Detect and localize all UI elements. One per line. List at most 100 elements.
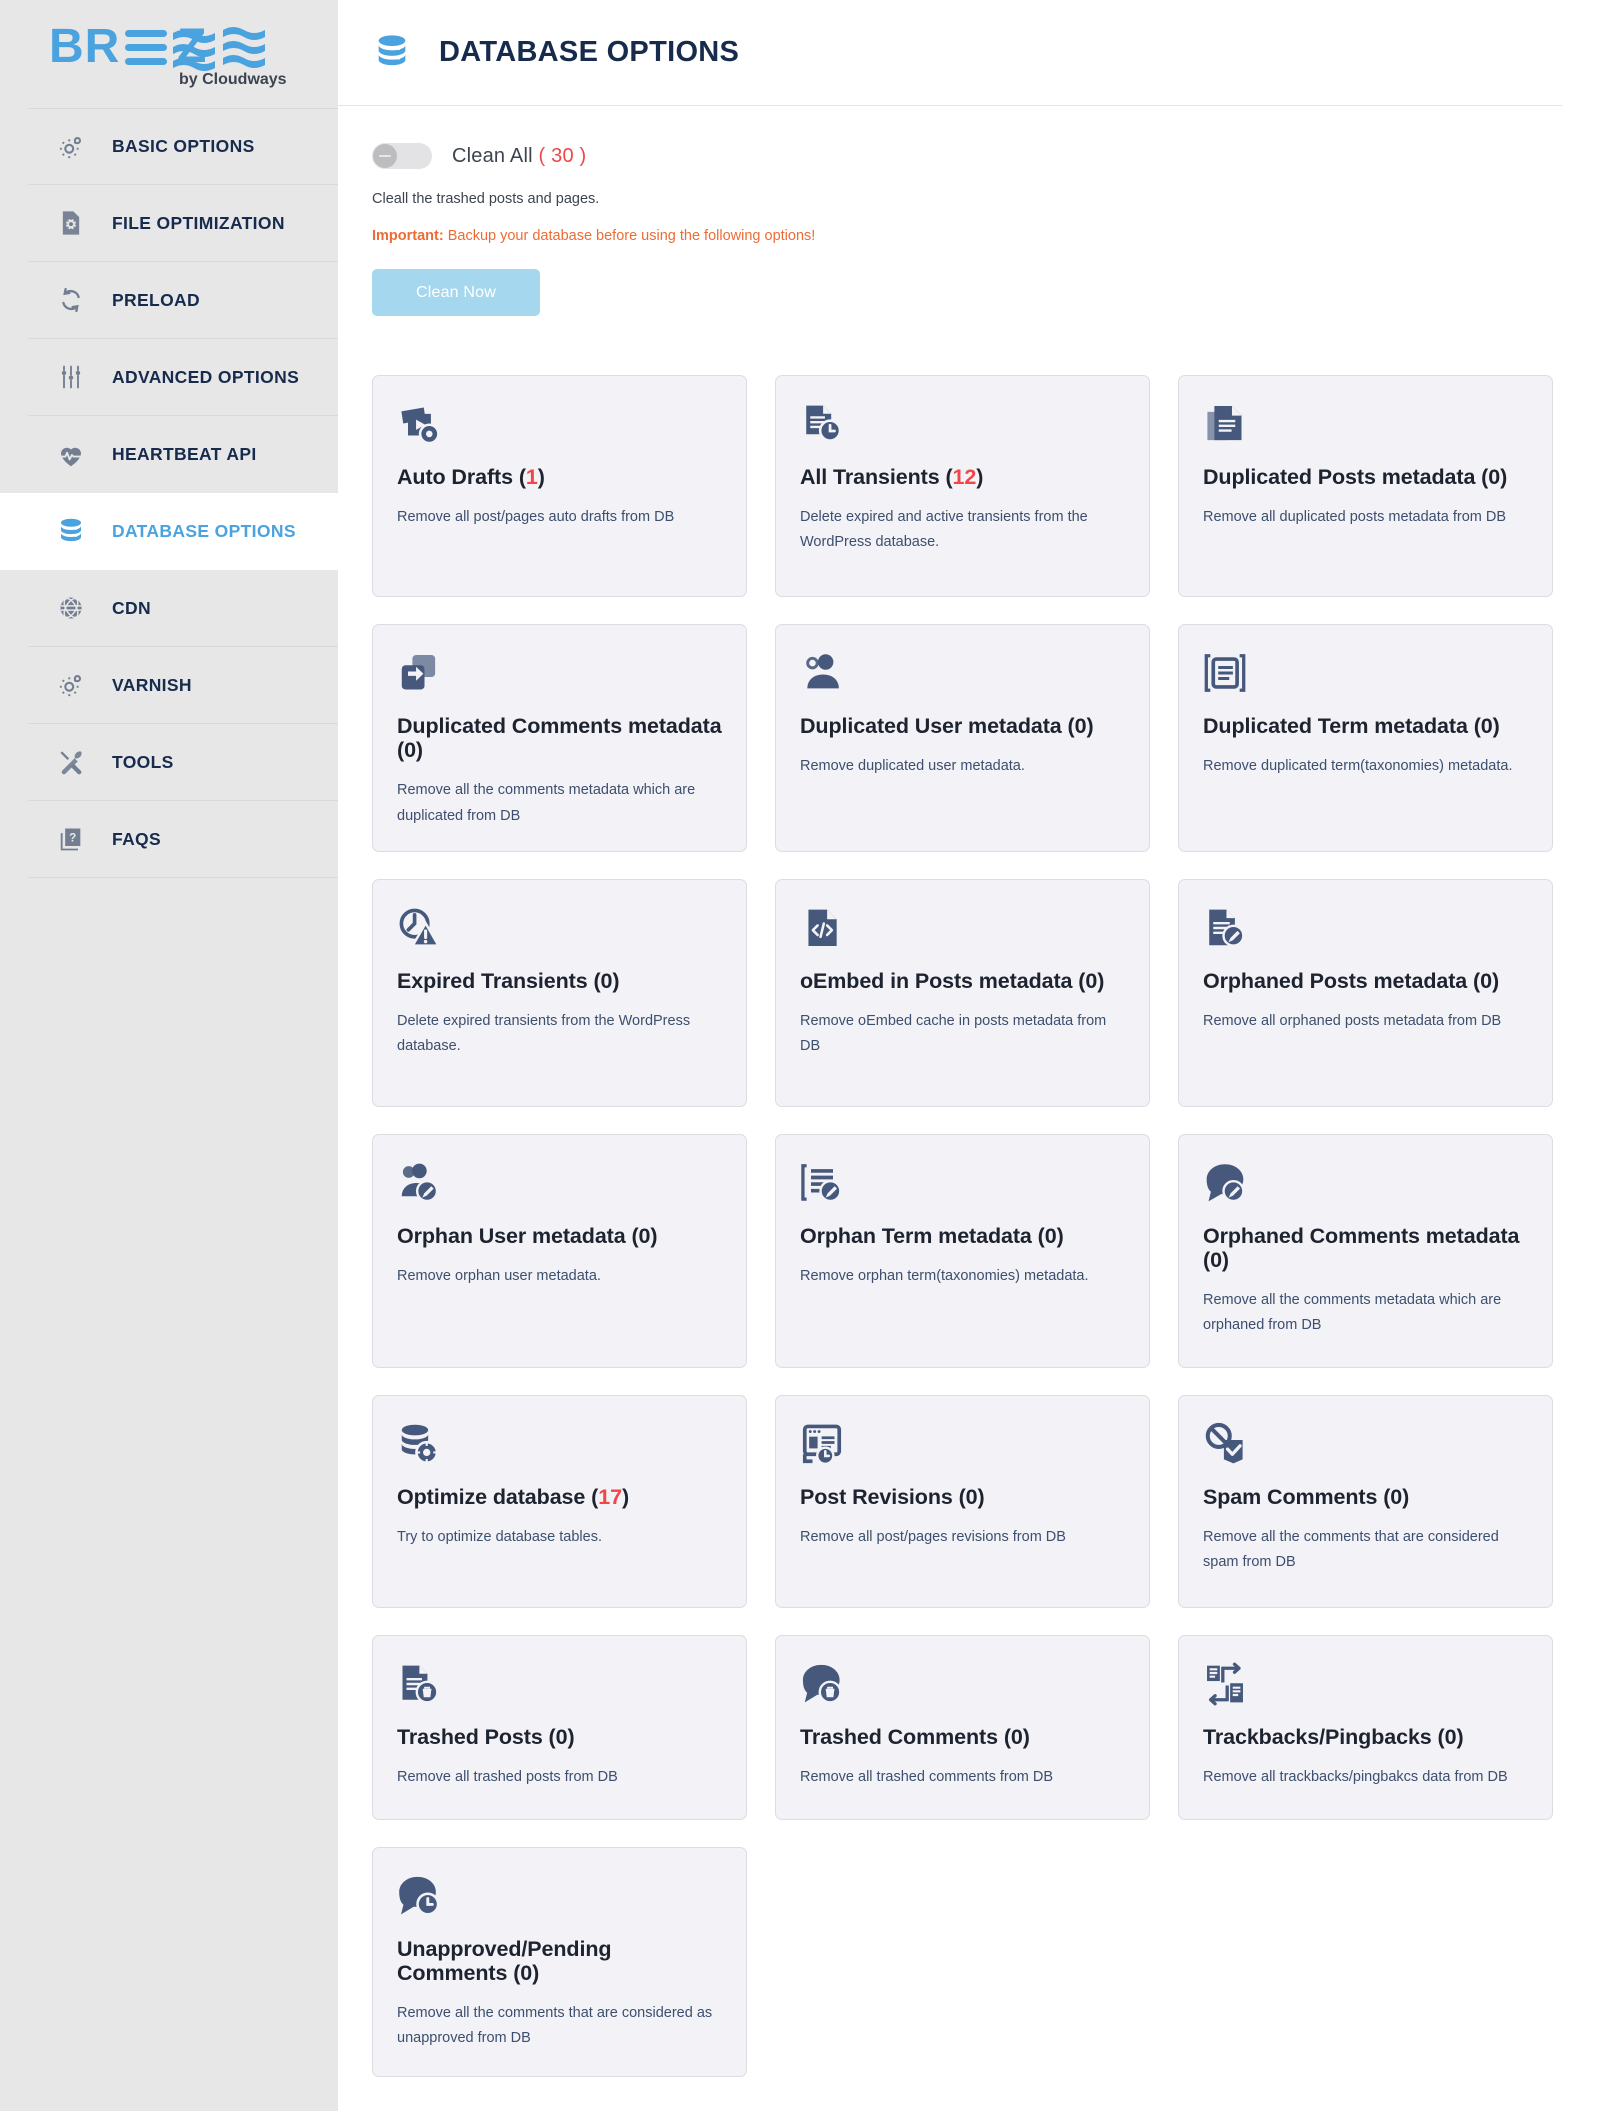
trashed-posts-icon xyxy=(397,1661,441,1707)
card-description: Remove orphan term(taxonomies) metadata. xyxy=(800,1267,1089,1284)
database-option-card[interactable]: Spam Comments (0) Remove all the comments… xyxy=(1178,1394,1553,1608)
oembed-code-icon xyxy=(800,905,844,951)
sidebar-item-file-optimization[interactable]: FILE OPTIMIZATION xyxy=(28,185,338,262)
card-count-paren-open: ( xyxy=(1067,714,1075,738)
database-option-card[interactable]: Trashed Comments (0) Remove all trashed c… xyxy=(775,1634,1150,1820)
database-option-card[interactable]: Duplicated Posts metadata (0) Remove all … xyxy=(1178,375,1553,597)
sidebar-item-basic-options[interactable]: BASIC OPTIONS xyxy=(28,108,338,185)
card-count-paren-close: ) xyxy=(976,465,984,489)
sidebar-item-advanced-options[interactable]: ADVANCED OPTIONS xyxy=(28,339,338,416)
card-count-paren-open: ( xyxy=(945,465,953,489)
sidebar: BR Z by Cloudways xyxy=(0,0,338,2111)
card-title-text: Post Revisions xyxy=(800,1484,959,1509)
card-title-text: Expired Transients xyxy=(397,968,594,993)
card-description: Remove duplicated user metadata. xyxy=(800,758,1025,775)
sidebar-item-database-options[interactable]: DATABASE OPTIONS xyxy=(0,493,338,570)
unapproved-comments-icon xyxy=(397,1873,441,1919)
card-count-paren-open: ( xyxy=(1473,714,1481,738)
wrench-screwdriver-icon xyxy=(54,745,88,779)
card-count-paren-close: ) xyxy=(415,738,423,763)
database-option-card[interactable]: Optimize database (17) Try to optimize da… xyxy=(372,1394,747,1608)
card-description: Remove all post/pages auto drafts from D… xyxy=(397,509,675,526)
card-count-paren-close: ) xyxy=(1491,968,1499,993)
card-title-text: Trashed Posts xyxy=(397,1724,549,1749)
orphan-user-icon xyxy=(397,1160,441,1206)
clean-all-important: Important: Backup your database before u… xyxy=(372,228,1600,244)
clean-all-toggle[interactable] xyxy=(372,143,432,169)
database-option-card[interactable]: Post Revisions (0) Remove all post/pages … xyxy=(775,1394,1150,1608)
database-option-card[interactable]: Orphaned Posts metadata (0) Remove all or… xyxy=(1178,878,1553,1107)
breeze-logo: BR Z by Cloudways xyxy=(0,0,338,108)
card-title-text: Auto Drafts xyxy=(397,465,519,489)
sidebar-item-label: VARNISH xyxy=(112,674,192,695)
database-option-card[interactable]: Trashed Posts (0) Remove all trashed post… xyxy=(372,1634,747,1820)
card-count-paren-close: ) xyxy=(612,968,620,993)
database-option-card[interactable]: Trackbacks/Pingbacks (0) Remove all track… xyxy=(1178,1634,1553,1820)
sidebar-item-faqs[interactable]: ? FAQS xyxy=(28,801,338,878)
post-revisions-icon xyxy=(800,1421,844,1467)
card-description: Remove all trashed comments from DB xyxy=(800,1768,1054,1785)
database-option-card[interactable]: oEmbed in Posts metadata (0) Remove oEmbe… xyxy=(775,878,1150,1107)
sidebar-item-label: FAQS xyxy=(112,828,162,849)
database-option-card[interactable]: Duplicated Term metadata (0) Remove dupli… xyxy=(1178,624,1553,852)
expired-transients-icon xyxy=(397,905,441,951)
orphan-term-icon xyxy=(800,1160,844,1206)
card-description: Remove all the comments metadata which a… xyxy=(1203,1292,1502,1334)
sidebar-item-tools[interactable]: TOOLS xyxy=(28,724,338,801)
globe-icon xyxy=(54,591,88,625)
sidebar-item-heartbeat-api[interactable]: HEARTBEAT API xyxy=(28,416,338,493)
card-title-text: Duplicated User metadata xyxy=(800,714,1068,738)
card-title: Duplicated User metadata (0) xyxy=(800,714,1125,738)
database-option-card[interactable]: Auto Drafts (1) Remove all post/pages aut… xyxy=(372,375,747,597)
card-count: 0 xyxy=(1480,714,1493,738)
card-count-paren-close: ) xyxy=(1056,1223,1064,1248)
database-option-card[interactable]: Unapproved/Pending Comments (0) Remove al… xyxy=(372,1846,747,2077)
svg-text:?: ? xyxy=(69,832,76,845)
card-title: Duplicated Comments metadata (0) xyxy=(397,714,722,762)
clean-all-section: Clean All ( 30 ) Cleall the trashed post… xyxy=(338,106,1600,316)
card-description: Remove all duplicated posts metadata fro… xyxy=(1203,509,1507,526)
card-title-text: oEmbed in Posts metadata xyxy=(800,968,1079,993)
sidebar-item-label: HEARTBEAT API xyxy=(112,444,257,464)
card-title-text: Trackbacks/Pingbacks xyxy=(1203,1724,1438,1749)
card-count-paren-open: ( xyxy=(548,1724,556,1749)
sidebar-item-varnish[interactable]: VARNISH xyxy=(28,647,338,724)
orphaned-posts-icon xyxy=(1203,905,1247,951)
clean-all-row: Clean All ( 30 ) xyxy=(372,139,1600,173)
card-count: 0 xyxy=(555,1724,568,1749)
database-option-card[interactable]: Duplicated Comments metadata (0) Remove a… xyxy=(372,624,747,852)
database-option-card[interactable]: Orphan Term metadata (0) Remove orphan te… xyxy=(775,1133,1150,1368)
card-title: Orphan Term metadata (0) xyxy=(800,1224,1125,1248)
card-title-text: Orphaned Comments metadata xyxy=(1203,1223,1520,1248)
card-title-text: Trashed Comments xyxy=(800,1724,1004,1749)
toggle-knob xyxy=(373,144,397,168)
database-option-card[interactable]: All Transients (12) Delete expired and ac… xyxy=(775,375,1150,597)
card-title: All Transients (12) xyxy=(800,465,1125,489)
sidebar-item-cdn[interactable]: CDN xyxy=(28,570,338,647)
database-option-card[interactable]: Expired Transients (0) Delete expired tra… xyxy=(372,878,747,1107)
card-count: 17 xyxy=(598,1484,622,1509)
card-title: Auto Drafts (1) xyxy=(397,465,722,489)
database-icon xyxy=(54,515,88,549)
database-option-card[interactable]: Duplicated User metadata (0) Remove dupli… xyxy=(775,624,1150,852)
card-description: Remove all post/pages revisions from DB xyxy=(800,1528,1066,1545)
card-count: 0 xyxy=(1444,1724,1457,1749)
card-description: Remove duplicated term(taxonomies) metad… xyxy=(1203,758,1513,775)
card-title: Trashed Posts (0) xyxy=(397,1725,722,1749)
card-count-paren-open: ( xyxy=(593,968,601,993)
card-title-text: Duplicated Comments metadata xyxy=(397,714,722,738)
sidebar-item-label: CDN xyxy=(112,597,151,618)
database-option-card[interactable]: Orphan User metadata (0) Remove orphan us… xyxy=(372,1133,747,1368)
sidebar-item-preload[interactable]: PRELOAD xyxy=(28,262,338,339)
important-prefix: Important: xyxy=(372,228,444,244)
duplicated-comments-icon xyxy=(397,650,441,696)
clean-now-button[interactable]: Clean Now xyxy=(372,269,540,316)
card-title: Orphaned Comments metadata (0) xyxy=(1203,1224,1528,1272)
trackbacks-pingbacks-icon xyxy=(1203,1661,1247,1707)
card-count-paren-close: ) xyxy=(1022,1724,1030,1749)
card-description: Remove all orphaned posts metadata from … xyxy=(1203,1012,1502,1029)
page-header: DATABASE OPTIONS xyxy=(338,0,1562,106)
duplicated-term-icon xyxy=(1203,650,1247,696)
card-title: oEmbed in Posts metadata (0) xyxy=(800,969,1125,993)
database-option-card[interactable]: Orphaned Comments metadata (0) Remove all… xyxy=(1178,1133,1553,1368)
